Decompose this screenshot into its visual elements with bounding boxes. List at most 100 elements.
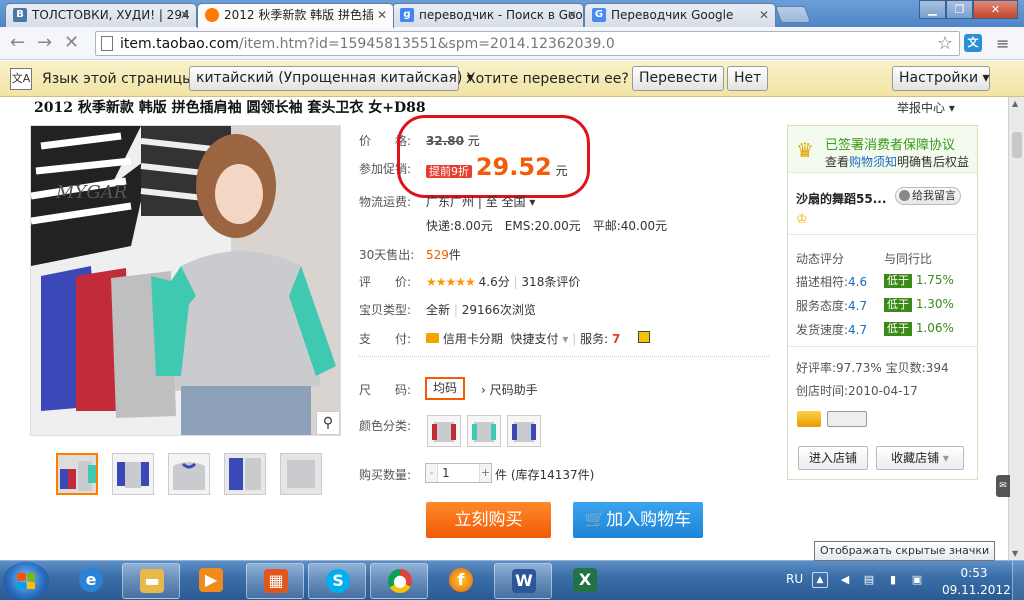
color-swatch[interactable] bbox=[507, 415, 541, 447]
favorite-shop-button[interactable]: 收藏店铺 ▾ bbox=[876, 446, 964, 470]
size-label: 尺 码: bbox=[359, 383, 412, 397]
translate-icon: 文A bbox=[10, 68, 32, 90]
close-icon[interactable]: ✕ bbox=[759, 4, 769, 26]
translate-infobar: 文A Язык этой страницы китайский (Упрощен… bbox=[0, 61, 1024, 97]
size-helper-link[interactable]: › 尺码助手 bbox=[481, 381, 538, 398]
color-label: 颜色分类: bbox=[359, 419, 412, 433]
network-icon[interactable]: ▤ bbox=[862, 573, 876, 587]
crown-icon: ♔ bbox=[796, 212, 808, 227]
power-icon[interactable]: ▮ bbox=[886, 573, 900, 587]
start-button[interactable] bbox=[3, 562, 49, 600]
url-text[interactable]: item.taobao.com/item.htm?id=15945813551&… bbox=[120, 36, 615, 52]
excel-taskbar-item[interactable]: X bbox=[556, 563, 614, 599]
translate-question: Хотите перевести ее? bbox=[466, 71, 629, 87]
leave-message-button[interactable]: 给我留言 bbox=[895, 187, 961, 205]
seller-panel: ♛ 已签署消费者保障协议 查看购物须知明确售后权益 沙扇的舞蹈55... 给我留… bbox=[787, 125, 978, 480]
translate-icon: G bbox=[592, 8, 606, 22]
clock-date[interactable]: 09.11.2012 bbox=[942, 583, 1011, 597]
tab-taobao[interactable]: 2012 秋季新款 韩版 拼色插 ✕ bbox=[197, 3, 394, 28]
volume-icon[interactable]: ◀ bbox=[838, 573, 852, 587]
enter-shop-button[interactable]: 进入店铺 bbox=[798, 446, 868, 470]
show-hidden-icons-button[interactable]: ▲ bbox=[812, 572, 828, 588]
page-scrollbar[interactable]: ▲ ▼ bbox=[1008, 97, 1024, 560]
buy-now-button[interactable]: 立刻购买 bbox=[426, 502, 551, 538]
new-tab-button[interactable] bbox=[774, 6, 812, 23]
clock-time[interactable]: 0:53 bbox=[956, 566, 992, 580]
language-select[interactable]: китайский (Упрощенная китайская) ▾ bbox=[189, 66, 474, 91]
thumbnail[interactable] bbox=[112, 453, 154, 495]
plus-icon[interactable]: + bbox=[479, 464, 491, 482]
skype-taskbar-item[interactable]: S bbox=[308, 563, 366, 599]
translate-button[interactable]: Перевести bbox=[632, 66, 725, 91]
thumbnail[interactable] bbox=[168, 453, 210, 495]
forward-icon[interactable]: → bbox=[37, 33, 52, 53]
media-player-taskbar-item[interactable]: ▶ bbox=[182, 563, 240, 599]
minimize-icon[interactable]: ▁ bbox=[919, 0, 946, 19]
tab-vk[interactable]: В ТОЛСТОВКИ, ХУДИ! | 294 ✕ bbox=[5, 3, 197, 27]
browser-toolbar: ← → ✕ item.taobao.com/item.htm?id=159458… bbox=[0, 27, 1024, 60]
tab-label: 2012 秋季新款 韩版 拼色插 bbox=[224, 8, 374, 22]
app-icon: ▦ bbox=[264, 569, 288, 593]
guarantee-link[interactable]: 购物须知 bbox=[849, 155, 897, 169]
chrome-taskbar-item[interactable]: ● bbox=[370, 563, 428, 599]
score-service-compare: 低于 1.30% bbox=[884, 297, 954, 312]
excel-icon: X bbox=[573, 568, 597, 592]
quantity-input[interactable]: 1 bbox=[442, 466, 450, 480]
chrome-icon: ● bbox=[388, 569, 412, 593]
report-link[interactable]: 举报中心 ▾ bbox=[897, 99, 955, 116]
stop-icon[interactable]: ✕ bbox=[64, 33, 79, 53]
seller-name[interactable]: 沙扇的舞蹈55... bbox=[796, 190, 886, 207]
zoom-icon[interactable]: ⚲ bbox=[316, 411, 340, 435]
skype-icon: S bbox=[326, 569, 350, 593]
thumbnail[interactable] bbox=[224, 453, 266, 495]
thumbnail[interactable] bbox=[56, 453, 98, 495]
size-option[interactable]: 均码 bbox=[425, 377, 465, 400]
feedback-icon[interactable]: ✉ bbox=[996, 475, 1010, 497]
address-bar[interactable]: item.taobao.com/item.htm?id=15945813551&… bbox=[95, 31, 960, 56]
shipping-rates: 快递:8.00元 EMS:20.00元 平邮:40.00元 bbox=[426, 219, 668, 233]
page-content: 2012 秋季新款 韩版 拼色插肩袖 圆领长袖 套头卫衣 女+D88 举报中心 … bbox=[0, 97, 1008, 560]
restore-icon[interactable]: ❐ bbox=[946, 0, 973, 19]
created-date: 创店时间:2010-04-17 bbox=[796, 384, 918, 398]
firefox-taskbar-item[interactable]: f bbox=[432, 563, 490, 599]
minus-icon[interactable]: - bbox=[426, 464, 438, 482]
scroll-thumb[interactable] bbox=[1012, 132, 1022, 158]
scroll-down-icon[interactable]: ▼ bbox=[1012, 549, 1018, 558]
tab-google-translate[interactable]: G Переводчик Google ✕ bbox=[584, 3, 776, 27]
word-taskbar-item[interactable]: W bbox=[494, 563, 552, 599]
back-icon[interactable]: ← bbox=[10, 33, 25, 53]
close-icon[interactable]: ✕ bbox=[377, 4, 387, 26]
guarantee-box: ♛ 已签署消费者保障协议 查看购物须知明确售后权益 bbox=[788, 126, 977, 173]
app-taskbar-item[interactable]: ▦ bbox=[246, 563, 304, 599]
quantity-stepper[interactable]: - 1 + bbox=[425, 463, 492, 483]
tray-app-icon[interactable]: ▣ bbox=[910, 573, 924, 587]
thumbnail[interactable] bbox=[280, 453, 322, 495]
scroll-up-icon[interactable]: ▲ bbox=[1012, 99, 1018, 108]
no-button[interactable]: Нет bbox=[727, 66, 769, 91]
vk-icon: В bbox=[13, 8, 27, 22]
service-7-icon[interactable]: 7 bbox=[612, 332, 620, 346]
shipping-from[interactable]: 广东广州 | 至 全国 ▾ bbox=[426, 193, 535, 210]
add-to-cart-button[interactable]: 🛒加入购物车 bbox=[573, 502, 703, 538]
translate-extension-icon[interactable]: 文 bbox=[964, 34, 982, 52]
svg-text:MYGAR: MYGAR bbox=[55, 182, 127, 203]
service-icon[interactable] bbox=[638, 331, 651, 343]
close-icon[interactable]: ✕ bbox=[180, 4, 190, 26]
close-icon[interactable]: ✕ bbox=[567, 4, 577, 26]
tab-google-search[interactable]: g переводчик - Поиск в Goo ✕ bbox=[392, 3, 584, 27]
show-desktop-button[interactable] bbox=[1012, 561, 1024, 600]
language-indicator[interactable]: RU bbox=[786, 572, 803, 586]
color-swatch[interactable] bbox=[427, 415, 461, 447]
product-main-image[interactable]: MYGAR ⚲ bbox=[30, 125, 341, 436]
settings-button[interactable]: Настройки ▾ bbox=[892, 66, 990, 91]
color-swatch[interactable] bbox=[467, 415, 501, 447]
thumbnail-strip bbox=[56, 453, 322, 495]
explorer-taskbar-item[interactable]: ▬ bbox=[122, 563, 180, 599]
bookmark-star-icon[interactable]: ☆ bbox=[937, 33, 953, 54]
stock-text: 件 (库存14137件) bbox=[495, 468, 595, 482]
guarantee-title[interactable]: 已签署消费者保障协议 bbox=[825, 134, 955, 153]
ie-taskbar-item[interactable]: e bbox=[62, 563, 120, 599]
wrench-icon[interactable]: ≡ bbox=[996, 34, 1009, 53]
rating-count[interactable]: 318条评价 bbox=[521, 275, 580, 289]
close-window-icon[interactable]: ✕ bbox=[973, 0, 1018, 19]
